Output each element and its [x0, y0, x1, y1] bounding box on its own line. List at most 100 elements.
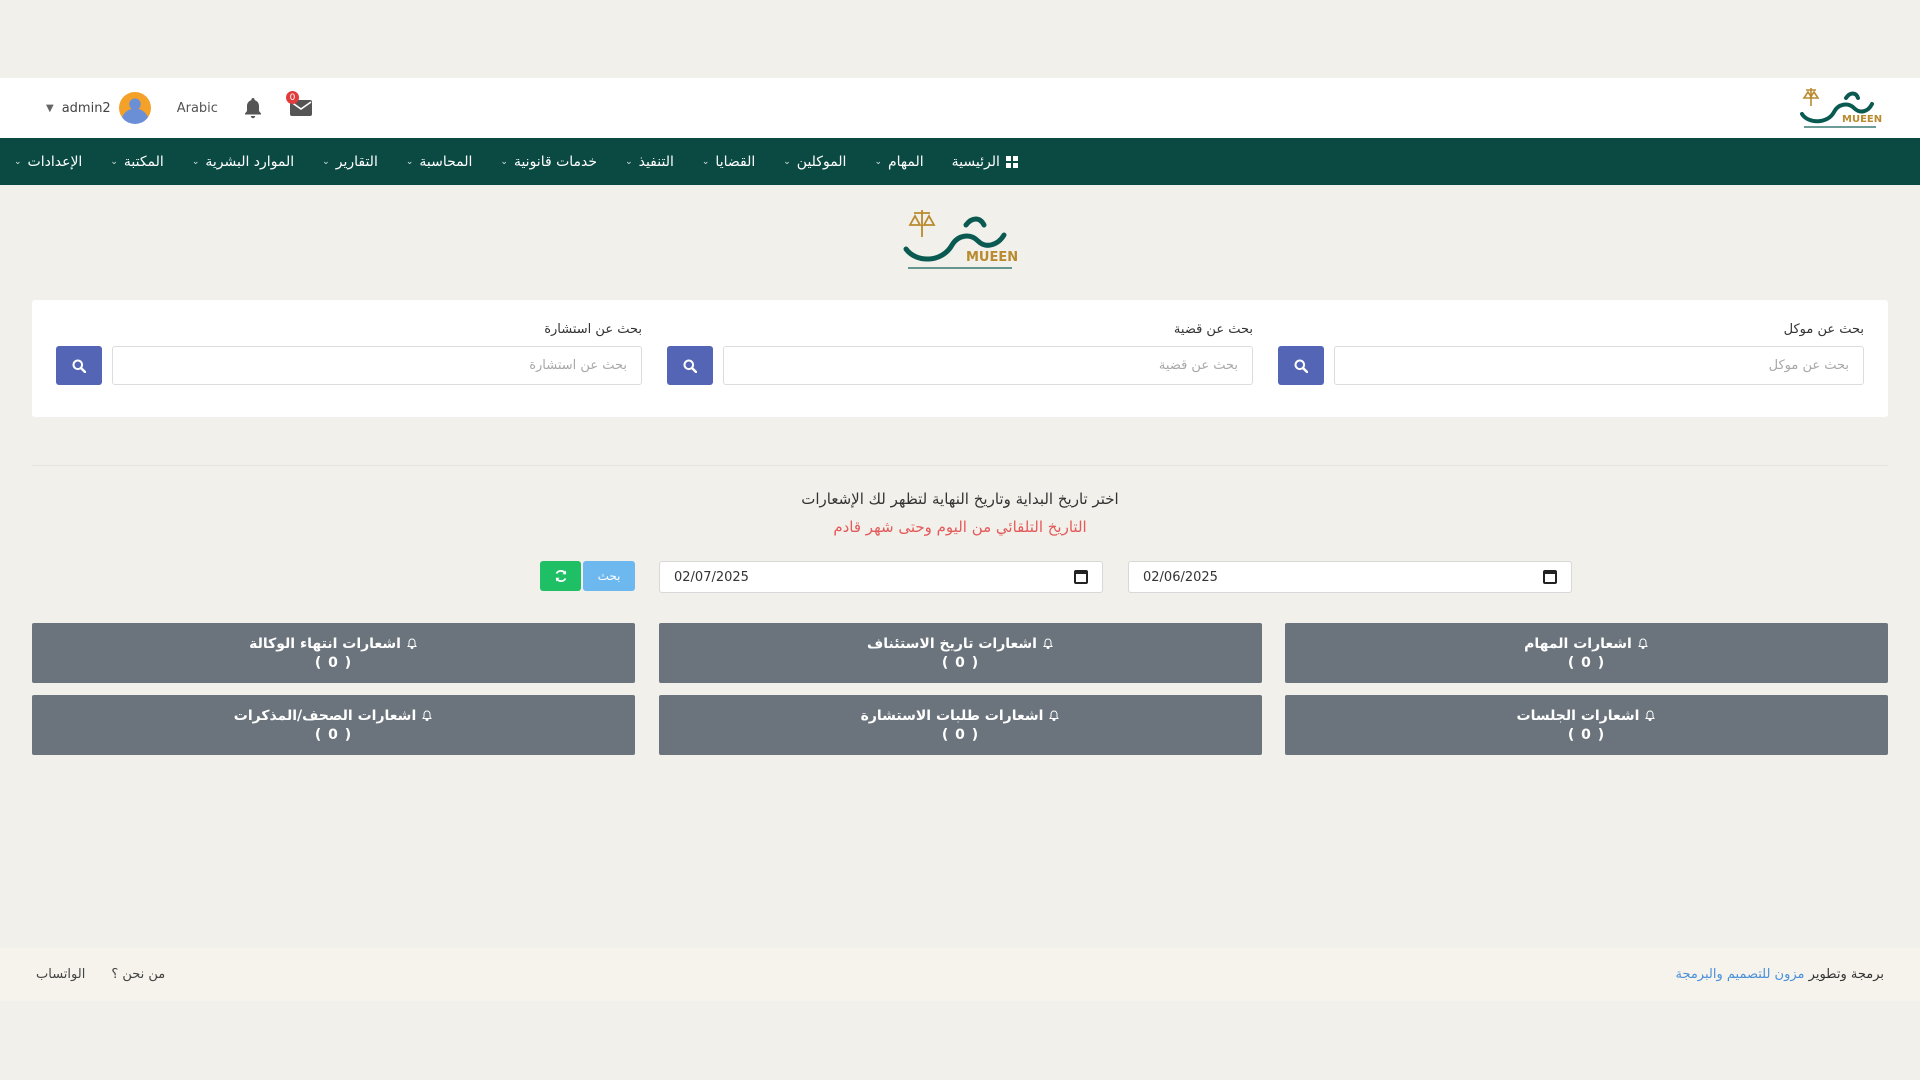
center-logo: MUEEN [900, 205, 1020, 275]
end-date-value: 02/07/2025 [674, 569, 749, 585]
chevron-down-icon: ⌄ [191, 156, 200, 167]
card-count: ( 0 ) [314, 726, 353, 743]
client-search-input[interactable] [1334, 346, 1864, 385]
calendar-icon[interactable] [1074, 570, 1088, 584]
client-search-group: بحث عن موكل [1278, 322, 1864, 417]
consultation-requests-notifications-card[interactable]: اشعارات طلبات الاستشارة ( 0 ) [659, 695, 1262, 755]
end-date-input[interactable]: 02/07/2025 [659, 561, 1103, 593]
consultation-search-button[interactable] [56, 346, 102, 385]
nav-item-settings[interactable]: الإعدادات ⌄ [0, 154, 96, 170]
nav-item-label: القضايا [715, 153, 756, 170]
refresh-icon [555, 570, 566, 582]
nav-item-clients[interactable]: الموكلين ⌄ [769, 154, 860, 170]
nav-items: الرئيسية المهام ⌄ الموكلين ⌄ القضايا ⌄ ا… [0, 154, 1032, 170]
footer-whatsapp-link[interactable]: الواتساب [36, 967, 85, 982]
chevron-down-icon: ⌄ [322, 156, 330, 167]
footer-credit: برمجة وتطوير مزون للتصميم والبرمجة [1675, 967, 1884, 982]
card-title: اشعارات انتهاء الوكالة [249, 635, 401, 652]
nav-item-library[interactable]: المكتبة ⌄ [96, 154, 177, 170]
consultation-search-group: بحث عن استشارة [56, 322, 642, 417]
nav-item-label: المهام [888, 153, 924, 170]
bell-icon [422, 709, 433, 721]
user-menu[interactable]: ▼ admin2 [46, 92, 151, 124]
chevron-down-icon: ⌄ [500, 156, 508, 167]
chevron-down-icon: ⌄ [405, 156, 414, 167]
client-search-label: بحث عن موكل [1783, 322, 1864, 337]
grid-icon [1005, 155, 1018, 168]
nav-item-home[interactable]: الرئيسية [938, 154, 1032, 170]
start-date-input[interactable]: 02/06/2025 [1128, 561, 1572, 593]
refresh-button[interactable] [540, 561, 581, 591]
mail-icon[interactable]: 0 [285, 91, 314, 121]
card-title: اشعارات المهام [1524, 635, 1632, 652]
nav-item-reports[interactable]: التقارير ⌄ [308, 154, 392, 170]
nav-item-label: المحاسبة [419, 153, 473, 170]
brand-logo[interactable]: MUEEN [1798, 84, 1884, 132]
divider [32, 465, 1888, 466]
chevron-down-icon: ⌄ [783, 156, 791, 167]
avatar[interactable] [118, 92, 151, 124]
card-count: ( 0 ) [1567, 726, 1606, 743]
nav-item-execution[interactable]: التنفيذ ⌄ [611, 154, 688, 170]
footer-links: من نحن ؟ الواتساب [36, 967, 165, 982]
main-nav: الرئيسية المهام ⌄ الموكلين ⌄ القضايا ⌄ ا… [0, 138, 1920, 185]
nav-item-label: التنفيذ [638, 153, 674, 170]
card-count: ( 0 ) [1567, 654, 1606, 671]
tasks-notifications-card[interactable]: اشعارات المهام ( 0 ) [1285, 623, 1888, 683]
chevron-down-icon: ⌄ [110, 156, 118, 167]
search-icon [1294, 359, 1308, 373]
calendar-icon[interactable] [1543, 570, 1557, 584]
top-header: ▼ admin2 Arabic 0 MUEEN [0, 78, 1920, 138]
username: admin2 [61, 100, 111, 116]
bell-icon [1043, 637, 1053, 649]
search-icon [72, 359, 86, 373]
bell-icon[interactable] [240, 95, 266, 121]
start-date-value: 02/06/2025 [1143, 569, 1218, 585]
nav-item-label: الإعدادات [27, 153, 83, 170]
sessions-notifications-card[interactable]: اشعارات الجلسات ( 0 ) [1285, 695, 1888, 755]
nav-item-label: المكتبة [123, 153, 164, 170]
nav-item-cases[interactable]: القضايا ⌄ [688, 154, 769, 170]
filter-search-button[interactable]: بحث [583, 561, 635, 591]
nav-item-legal-services[interactable]: خدمات قانونية ⌄ [486, 154, 611, 170]
case-search-input[interactable] [723, 346, 1253, 385]
card-count: ( 0 ) [941, 654, 980, 671]
nav-item-label: الرئيسية [951, 153, 1000, 170]
search-panel: بحث عن موكل بحث عن قضية بحث عن استشارة [32, 300, 1888, 417]
card-count: ( 0 ) [941, 726, 980, 743]
footer-credit-link[interactable]: مزون للتصميم والبرمجة [1675, 967, 1804, 982]
nav-item-accounting[interactable]: المحاسبة ⌄ [392, 154, 487, 170]
search-icon [683, 359, 697, 373]
card-count: ( 0 ) [314, 654, 353, 671]
nav-item-tasks[interactable]: المهام ⌄ [860, 154, 937, 170]
footer-credit-prefix: برمجة وتطوير [1808, 967, 1884, 982]
nav-item-label: الموارد البشرية [205, 153, 295, 170]
nav-item-hr[interactable]: الموارد البشرية ⌄ [178, 154, 308, 170]
footer: من نحن ؟ الواتساب برمجة وتطوير مزون للتص… [0, 948, 1920, 1001]
chevron-down-icon: ⌄ [14, 156, 22, 167]
client-search-button[interactable] [1278, 346, 1324, 385]
chevron-down-icon: ⌄ [874, 156, 882, 167]
agency-expiry-notifications-card[interactable]: اشعارات انتهاء الوكالة ( 0 ) [32, 623, 635, 683]
case-search-button[interactable] [667, 346, 713, 385]
memos-notifications-card[interactable]: اشعارات الصحف/المذكرات ( 0 ) [32, 695, 635, 755]
svg-text:MUEEN: MUEEN [1842, 114, 1882, 125]
case-search-group: بحث عن قضية [667, 322, 1253, 417]
bell-icon [1049, 709, 1060, 721]
chevron-down-icon: ▼ [46, 102, 54, 114]
svg-text:MUEEN: MUEEN [966, 250, 1018, 265]
filter-subtitle: التاريخ التلقائي من اليوم وحتى شهر قادم [833, 518, 1087, 536]
consultation-search-input[interactable] [112, 346, 642, 385]
language-switch[interactable]: Arabic [177, 101, 218, 116]
chevron-down-icon: ⌄ [701, 156, 710, 167]
footer-about-link[interactable]: من نحن ؟ [111, 967, 165, 982]
bell-icon [406, 637, 417, 649]
header-actions: ▼ admin2 Arabic 0 [46, 91, 314, 124]
appeal-date-notifications-card[interactable]: اشعارات تاريخ الاستئناف ( 0 ) [659, 623, 1262, 683]
card-title: اشعارات طلبات الاستشارة [860, 707, 1044, 724]
chevron-down-icon: ⌄ [625, 156, 633, 167]
consultation-search-label: بحث عن استشارة [544, 322, 642, 337]
nav-item-label: التقارير [335, 153, 378, 170]
card-title: اشعارات تاريخ الاستئناف [867, 635, 1037, 652]
bell-icon [1645, 709, 1656, 721]
